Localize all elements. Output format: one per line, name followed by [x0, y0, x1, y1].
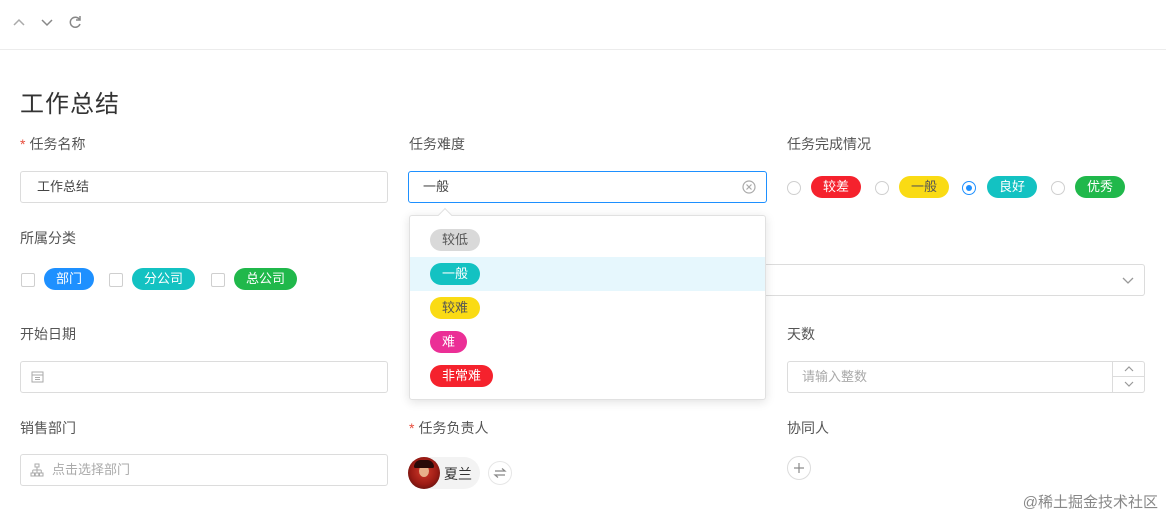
owner-label-text: 任务负责人 — [418, 420, 489, 436]
radio-normal[interactable] — [875, 181, 889, 195]
option-pill: 较低 — [430, 229, 481, 251]
top-toolbar — [0, 0, 1166, 50]
option-pill: 难 — [430, 331, 468, 353]
completion-option-excellent[interactable]: 优秀 — [1075, 176, 1126, 198]
days-placeholder: 请输入整数 — [802, 369, 868, 384]
swap-icon[interactable] — [488, 461, 512, 485]
dropdown-option-lowest[interactable]: 较低 — [410, 223, 765, 257]
start-date-input[interactable] — [20, 361, 388, 393]
dropdown-option-harder[interactable]: 较难 — [410, 291, 765, 325]
task-name-input[interactable]: 工作总结 — [20, 171, 388, 203]
task-difficulty-dropdown: 较低 一般 较难 难 非常难 — [409, 207, 766, 400]
sales-dept-label: 销售部门 — [20, 420, 76, 436]
start-date-label: 开始日期 — [20, 326, 76, 342]
required-mark: * — [20, 136, 26, 152]
checkbox-hq[interactable] — [211, 273, 225, 287]
add-collaborator-button[interactable] — [787, 456, 811, 480]
category-label: 所属分类 — [20, 230, 76, 246]
option-pill: 非常难 — [430, 365, 494, 387]
task-name-label-text: 任务名称 — [29, 136, 86, 152]
sales-dept-placeholder: 点击选择部门 — [52, 462, 131, 477]
refresh-icon[interactable] — [66, 12, 84, 32]
collaborators-label: 协同人 — [787, 420, 829, 436]
page-title: 工作总结 — [20, 91, 120, 118]
days-input[interactable]: 请输入整数 — [787, 361, 1145, 393]
avatar — [408, 457, 440, 489]
owner-name: 夏兰 — [444, 466, 472, 482]
chevron-down-icon[interactable] — [38, 12, 56, 32]
days-label: 天数 — [787, 326, 815, 342]
owner-chip[interactable]: 夏兰 — [408, 457, 480, 489]
checkbox-dept[interactable] — [21, 273, 35, 287]
checkbox-branch[interactable] — [109, 273, 123, 287]
dropdown-option-very-hard[interactable]: 非常难 — [410, 359, 765, 393]
category-option-dept[interactable]: 部门 — [44, 268, 95, 290]
select-chevron-down-icon[interactable] — [1120, 272, 1136, 288]
number-stepper — [1112, 362, 1145, 392]
radio-poor[interactable] — [787, 181, 801, 195]
task-difficulty-select[interactable]: 一般 — [408, 171, 767, 203]
task-completion-label: 任务完成情况 — [787, 136, 871, 152]
calendar-icon — [31, 370, 44, 383]
task-difficulty-value: 一般 — [423, 179, 450, 194]
owner-label: * 任务负责人 — [409, 418, 488, 438]
completion-option-normal[interactable]: 一般 — [899, 176, 950, 198]
increment-button[interactable] — [1113, 362, 1145, 377]
completion-option-good[interactable]: 良好 — [987, 176, 1038, 198]
radio-excellent[interactable] — [1051, 181, 1065, 195]
chevron-up-icon[interactable] — [10, 12, 28, 32]
decrement-button[interactable] — [1113, 377, 1145, 392]
required-mark: * — [409, 420, 415, 436]
radio-good[interactable] — [962, 181, 976, 195]
option-pill: 较难 — [430, 297, 481, 319]
dropdown-option-normal[interactable]: 一般 — [410, 257, 765, 291]
clear-icon[interactable] — [741, 179, 757, 195]
hidden-select[interactable] — [700, 264, 1145, 296]
category-option-branch[interactable]: 分公司 — [132, 268, 196, 290]
completion-option-poor[interactable]: 较差 — [811, 176, 862, 198]
dropdown-option-hard[interactable]: 难 — [410, 325, 765, 359]
option-pill: 一般 — [430, 263, 481, 285]
org-tree-icon — [30, 463, 44, 477]
sales-dept-input[interactable]: 点击选择部门 — [20, 454, 388, 486]
watermark: @稀土掘金技术社区 — [1022, 494, 1158, 511]
task-name-label: * 任务名称 — [20, 134, 85, 154]
task-difficulty-label: 任务难度 — [409, 136, 465, 152]
plus-icon — [794, 463, 804, 473]
category-option-hq[interactable]: 总公司 — [234, 268, 298, 290]
